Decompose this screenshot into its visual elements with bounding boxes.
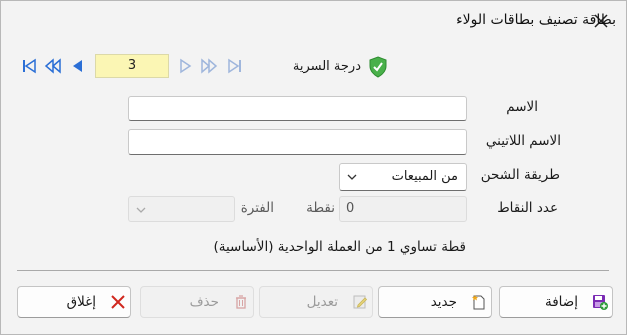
next-page-icon[interactable] <box>199 56 219 76</box>
last-record-icon[interactable] <box>225 56 245 76</box>
prev-page-icon[interactable] <box>43 56 63 76</box>
close-icon <box>111 295 125 309</box>
latin-name-input[interactable] <box>128 129 467 155</box>
chevron-down-icon <box>136 207 146 213</box>
new-button-label: جديد <box>430 294 457 310</box>
name-input[interactable] <box>128 96 467 121</box>
latin-name-label: الاسم اللاتيني <box>485 133 561 149</box>
security-level[interactable]: درجة السرية <box>291 56 391 78</box>
shipping-method-select[interactable]: من المبيعات <box>339 163 467 191</box>
prev-record-icon[interactable] <box>68 56 88 76</box>
shipping-method-label: طريقة الشحن <box>480 167 560 183</box>
add-button[interactable]: إضافة <box>499 286 613 318</box>
points-count-value: 0 <box>346 201 355 216</box>
period-select[interactable] <box>128 196 235 222</box>
point-unit-label: نقطة <box>306 200 335 216</box>
new-document-icon <box>472 295 485 310</box>
period-label: الفترة <box>240 200 274 216</box>
edit-button-label: تعديل <box>306 294 338 310</box>
title-bar: بطاقة تصنيف بطاقات الولاء <box>1 1 626 41</box>
next-record-icon[interactable] <box>175 56 195 76</box>
edit-button[interactable]: تعديل <box>259 286 373 318</box>
chevron-down-icon <box>347 174 357 180</box>
shield-check-icon <box>369 56 387 78</box>
dialog-window: بطاقة تصنيف بطاقات الولاء 3 درجة السرية <box>0 0 627 335</box>
save-add-icon <box>593 295 608 310</box>
new-button[interactable]: جديد <box>378 286 492 318</box>
points-count-input[interactable]: 0 <box>339 196 467 222</box>
close-button[interactable]: إغلاق <box>17 286 131 318</box>
security-label: درجة السرية <box>292 59 361 74</box>
divider <box>17 270 609 271</box>
delete-button-label: حذف <box>189 294 219 310</box>
record-navigator: 3 <box>13 51 251 81</box>
add-button-label: إضافة <box>544 294 578 310</box>
delete-button[interactable]: حذف <box>140 286 254 318</box>
name-label: الاسم <box>506 99 538 115</box>
currency-note: قطة تساوي 1 من العملة الواحدية (الأساسية… <box>213 239 466 255</box>
close-button-label: إغلاق <box>66 294 96 310</box>
shipping-method-value: من المبيعات <box>391 169 458 184</box>
window-title: بطاقة تصنيف بطاقات الولاء <box>456 12 616 28</box>
trash-icon <box>236 295 246 309</box>
first-record-icon[interactable] <box>19 56 39 76</box>
record-number-field[interactable]: 3 <box>95 54 169 78</box>
edit-icon <box>353 295 368 309</box>
points-count-label: عدد النقاط <box>497 200 558 216</box>
